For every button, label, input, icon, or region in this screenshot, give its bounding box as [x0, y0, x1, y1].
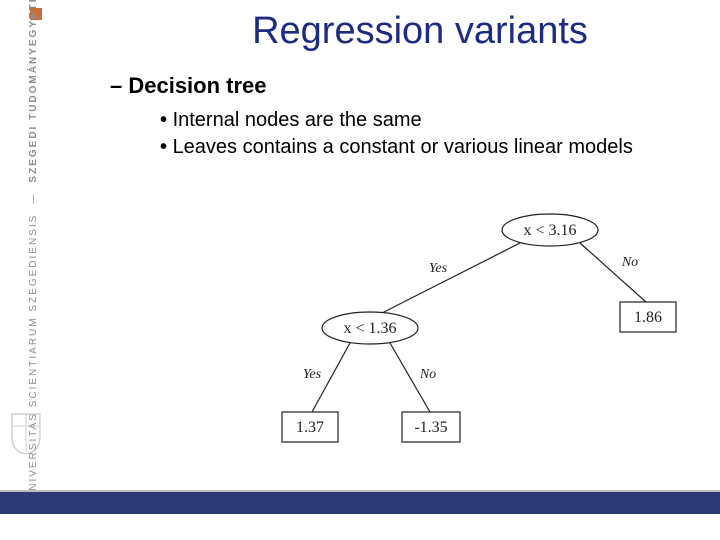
- decision-tree-diagram: x < 3.16 Yes No x < 1.36 1.86 Yes No 1.3…: [260, 210, 690, 470]
- bullet-item: Leaves contains a constant or various li…: [160, 136, 720, 159]
- bullet-list: Internal nodes are the same Leaves conta…: [160, 109, 720, 159]
- edge-label-no-2: No: [419, 367, 436, 382]
- institution-line1: UNIVERSITAS SCIENTIARUM SZEGEDIENSIS: [28, 214, 39, 500]
- tree-leaf-lr-label: -1.35: [414, 419, 447, 436]
- bullet-item: Internal nodes are the same: [160, 109, 720, 132]
- slide-content: Regression variants – Decision tree Inte…: [60, 0, 720, 510]
- footer-bar: [0, 492, 720, 514]
- tree-leaf-ll-label: 1.37: [296, 419, 324, 436]
- institution-line2: SZEGEDI TUDOMÁNYEGYETEM: [28, 0, 39, 183]
- sidebar: UNIVERSITAS SCIENTIARUM SZEGEDIENSIS — S…: [0, 0, 48, 540]
- tree-root-label: x < 3.16: [523, 222, 576, 239]
- crest-icon: [10, 412, 42, 454]
- slide-title: Regression variants: [120, 10, 720, 53]
- edge-label-yes-2: Yes: [303, 367, 322, 382]
- edge-label-no: No: [621, 255, 638, 270]
- tree-leaf-right-label: 1.86: [634, 309, 662, 326]
- tree-internal-label: x < 1.36: [343, 320, 396, 337]
- edge-label-yes: Yes: [429, 261, 448, 276]
- slide-subheading: – Decision tree: [110, 73, 720, 99]
